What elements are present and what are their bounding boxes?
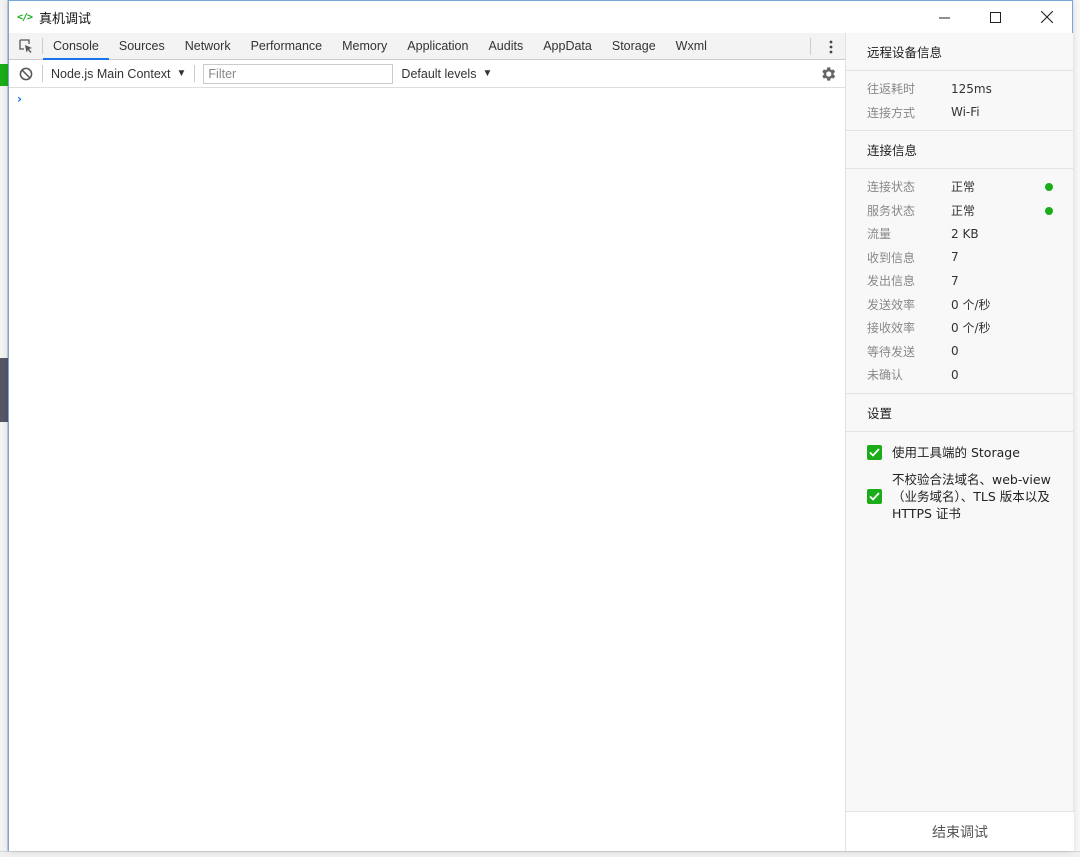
info-value: 125ms — [951, 81, 992, 96]
connection-heading: 连接信息 — [846, 131, 1073, 169]
settings-heading: 设置 — [846, 394, 1073, 432]
context-label: Node.js Main Context — [51, 66, 171, 81]
maximize-icon — [990, 11, 1001, 23]
gear-icon — [822, 67, 836, 81]
more-options-button[interactable] — [823, 33, 839, 60]
close-icon — [1040, 11, 1053, 23]
info-key: 服务状态 — [867, 203, 916, 218]
setting-use-tool-storage[interactable]: 使用工具端的 Storage — [846, 444, 1073, 461]
tab-appdata[interactable]: AppData — [533, 33, 602, 59]
remote-debug-window: </> 真机调试 Console Sources Network Perform… — [8, 0, 1074, 851]
info-row: 未确认 0 — [846, 363, 1073, 387]
console-prompt[interactable]: › — [17, 92, 22, 106]
setting-skip-domain-check[interactable]: 不校验合法域名、web-view（业务域名）、TLS 版本以及 HTTPS 证书 — [846, 471, 1073, 522]
tab-network[interactable]: Network — [175, 33, 241, 59]
checkbox-checked[interactable] — [867, 488, 882, 504]
background-app-left — [0, 0, 8, 857]
setting-label: 不校验合法域名、web-view（业务域名）、TLS 版本以及 HTTPS 证书 — [892, 471, 1051, 521]
setting-label: 使用工具端的 Storage — [892, 444, 1020, 460]
tab-storage[interactable]: Storage — [602, 33, 666, 59]
info-row: 往返耗时 125ms — [846, 77, 1073, 101]
tab-console[interactable]: Console — [43, 33, 109, 60]
tab-wxml[interactable]: Wxml — [666, 33, 717, 59]
info-value: 0 — [951, 344, 959, 359]
tab-audits[interactable]: Audits — [478, 33, 533, 59]
code-brackets-icon: </> — [17, 11, 33, 23]
filter-input[interactable] — [203, 63, 394, 84]
info-row: 等待发送 0 — [846, 340, 1073, 364]
info-value: 7 — [951, 250, 959, 265]
settings-section: 使用工具端的 Storage 不校验合法域名、web-view（业务域名）、TL… — [846, 444, 1073, 522]
info-row: 发出信息 7 — [846, 269, 1073, 293]
info-key: 连接状态 — [867, 180, 916, 195]
info-value: 0 个/秒 — [951, 321, 991, 336]
checkmark-icon — [869, 491, 880, 501]
tab-memory[interactable]: Memory — [332, 33, 397, 59]
info-key: 接收效率 — [867, 321, 916, 336]
clear-console-button[interactable] — [9, 65, 43, 82]
log-levels-label: Default levels — [401, 66, 477, 81]
caret-down-icon: ▼ — [482, 68, 493, 79]
title-bar[interactable]: </> 真机调试 — [9, 1, 1072, 33]
info-key: 连接方式 — [867, 105, 916, 120]
maximize-button[interactable] — [970, 1, 1021, 33]
status-ok-dot — [1045, 183, 1053, 191]
background-app-bottom — [0, 851, 1080, 857]
console-settings-button[interactable] — [819, 65, 837, 83]
log-levels-dropdown[interactable]: Default levels ▼ — [401, 67, 492, 81]
info-key: 流量 — [867, 227, 892, 242]
info-row: 流量 2 KB — [846, 222, 1073, 246]
info-value: 0 个/秒 — [951, 297, 991, 312]
background-app-right — [1072, 0, 1080, 857]
end-debug-button[interactable]: 结束调试 — [846, 811, 1074, 851]
info-key: 收到信息 — [867, 250, 916, 265]
minimize-icon — [939, 17, 950, 18]
info-key: 等待发送 — [867, 344, 916, 359]
console-output[interactable]: › — [9, 88, 845, 850]
info-row: 收到信息 7 — [846, 246, 1073, 270]
checkbox-checked[interactable] — [867, 444, 882, 460]
info-key: 往返耗时 — [867, 82, 916, 97]
info-key: 未确认 — [867, 368, 904, 383]
info-value: 正常 — [951, 203, 976, 218]
info-value: 7 — [951, 273, 959, 288]
info-row: 接收效率 0 个/秒 — [846, 316, 1073, 340]
info-value: 2 KB — [951, 226, 979, 241]
kebab-menu-icon — [829, 40, 833, 53]
info-key: 发出信息 — [867, 274, 916, 289]
block-icon — [19, 67, 32, 80]
tab-application[interactable]: Application — [397, 33, 478, 59]
console-toolbar: Node.js Main Context ▼ Default levels ▼ — [9, 60, 845, 88]
status-ok-dot — [1045, 206, 1053, 215]
inspect-element-button[interactable] — [9, 38, 43, 54]
info-row: 服务状态 正常 — [846, 199, 1073, 223]
cursor-select-icon — [18, 39, 32, 53]
remote-device-heading: 远程设备信息 — [846, 33, 1073, 71]
minimize-button[interactable] — [919, 1, 970, 33]
info-row: 连接状态 正常 — [846, 175, 1073, 199]
caret-down-icon: ▼ — [176, 68, 187, 79]
info-value: 正常 — [951, 180, 976, 195]
window-title: 真机调试 — [39, 11, 92, 27]
remote-device-section: 往返耗时 125ms 连接方式 Wi-Fi — [846, 71, 1073, 131]
tab-sources[interactable]: Sources — [109, 33, 175, 59]
info-key: 发送效率 — [867, 297, 916, 312]
info-value: Wi-Fi — [951, 105, 980, 120]
devtools-pane: Console Sources Network Performance Memo… — [9, 33, 845, 851]
background-photo — [0, 358, 8, 422]
close-button[interactable] — [1021, 1, 1072, 33]
background-green-button — [0, 64, 8, 86]
info-row: 连接方式 Wi-Fi — [846, 101, 1073, 125]
tab-separator — [810, 38, 811, 55]
info-value: 0 — [951, 367, 959, 382]
info-row: 发送效率 0 个/秒 — [846, 293, 1073, 317]
device-info-panel: 远程设备信息 往返耗时 125ms 连接方式 Wi-Fi 连接信息 连接状态 正… — [845, 33, 1074, 851]
connection-section: 连接状态 正常 服务状态 正常 流量 2 KB 收到信息 7 发出信息 7 发送… — [846, 169, 1073, 394]
tab-performance[interactable]: Performance — [241, 33, 333, 59]
checkmark-icon — [869, 447, 880, 457]
devtools-tab-bar: Console Sources Network Performance Memo… — [9, 33, 845, 60]
context-selector[interactable]: Node.js Main Context ▼ — [43, 65, 196, 82]
